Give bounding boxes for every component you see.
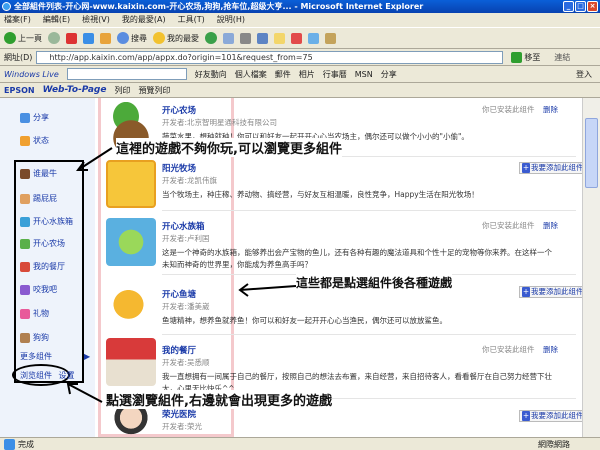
messenger-icon[interactable] <box>308 32 319 44</box>
close-icon[interactable]: × <box>587 1 598 12</box>
windows-live-brand[interactable]: Windows Live <box>4 70 59 79</box>
live-item-profile[interactable]: 個人檔案 <box>235 69 267 80</box>
vertical-scrollbar[interactable] <box>582 98 600 437</box>
epson-toolbar: EPSON Web-To-Page 列印 預覽列印 <box>0 83 600 98</box>
security-zone: 網際網路 <box>538 440 570 449</box>
web-to-page[interactable]: Web-To-Page <box>43 85 107 95</box>
menu-view[interactable]: 檢視(V) <box>82 13 110 27</box>
address-label: 網址(D) <box>4 52 33 62</box>
live-item-calendar[interactable]: 行事曆 <box>323 69 347 80</box>
live-item-share[interactable]: 分享 <box>381 69 397 80</box>
epson-brand: EPSON <box>4 85 35 95</box>
menu-file[interactable]: 檔案(F) <box>4 13 31 27</box>
menu-favorites[interactable]: 我的最愛(A) <box>122 13 166 27</box>
back-button[interactable]: 上一頁 <box>4 32 42 44</box>
status-bar: 完成 網際網路 <box>0 437 600 450</box>
search-icon <box>117 32 129 44</box>
ie-icon <box>2 2 11 11</box>
live-signin[interactable]: 登入 <box>576 69 592 80</box>
toolbar: 上一頁 搜尋 我的最愛 <box>0 27 600 49</box>
menu-edit[interactable]: 編輯(E) <box>43 13 70 27</box>
address-bar: 網址(D) http://app.kaixin.com/app/appx.do?… <box>0 49 600 66</box>
annotation-top: 這裡的遊戲不夠你玩,可以瀏覽更多組件 <box>116 138 342 157</box>
stop-icon[interactable] <box>66 32 77 44</box>
menu-bar: 檔案(F) 編輯(E) 檢視(V) 我的最愛(A) 工具(T) 說明(H) <box>0 13 600 27</box>
live-item-mail[interactable]: 郵件 <box>275 69 291 80</box>
menu-help[interactable]: 說明(H) <box>217 13 245 27</box>
page-content: 分享 状态 谁最牛 踢屁屁 开心水族箱 开心农场 我的餐厅 咬我吧 礼物 狗狗 … <box>0 98 582 437</box>
address-input[interactable]: http://app.kaixin.com/app/appx.do?origin… <box>36 50 504 64</box>
notes-icon[interactable] <box>274 32 285 44</box>
folder-icon[interactable] <box>325 32 336 44</box>
window-title-bar: 全部組件列表-开心网-www.kaixin.com-开心农场,狗狗,抢车位,超级… <box>0 0 600 13</box>
go-button[interactable]: 移至 <box>511 51 540 63</box>
windows-live-toolbar: Windows Live 好友動向 個人檔案 郵件 相片 行事曆 MSN 分享 … <box>0 66 600 83</box>
tool-icon[interactable] <box>291 32 302 44</box>
print-preview-button[interactable]: 預覽列印 <box>138 85 170 96</box>
annotation-bottom: 點選瀏覽組件,右邊就會出現更多的遊戲 <box>106 390 332 409</box>
star-icon <box>153 32 165 44</box>
home-icon[interactable] <box>100 32 111 44</box>
history-icon[interactable] <box>205 32 217 44</box>
search-button[interactable]: 搜尋 <box>117 32 147 44</box>
printer-icon[interactable] <box>240 32 251 44</box>
edit-icon[interactable] <box>257 32 268 44</box>
annotation-middle: 這些都是點選組件後各種遊戲 <box>296 274 453 291</box>
arrow-line-middle <box>239 285 297 291</box>
live-item-friends[interactable]: 好友動向 <box>195 69 227 80</box>
arrow-line-bottom <box>67 383 103 403</box>
live-item-msn[interactable]: MSN <box>355 70 373 79</box>
live-item-photos[interactable]: 相片 <box>299 69 315 80</box>
minimize-icon[interactable]: _ <box>563 1 574 12</box>
live-search-input[interactable] <box>66 68 187 80</box>
links-label[interactable]: 連結 <box>554 52 570 63</box>
maximize-icon[interactable]: □ <box>575 1 586 12</box>
scrollbar-thumb[interactable] <box>585 118 598 188</box>
forward-arrow-icon[interactable] <box>48 32 60 44</box>
print-button[interactable]: 列印 <box>114 85 130 96</box>
go-arrow-icon <box>511 51 523 63</box>
refresh-icon[interactable] <box>83 32 94 44</box>
window-title: 全部組件列表-开心网-www.kaixin.com-开心农场,狗狗,抢车位,超级… <box>14 2 424 11</box>
menu-tools[interactable]: 工具(T) <box>178 13 205 27</box>
status-text: 完成 <box>18 439 34 449</box>
favorites-button[interactable]: 我的最愛 <box>153 32 199 44</box>
back-arrow-icon <box>4 32 16 44</box>
arrow-line-top <box>77 147 113 171</box>
mail-icon[interactable] <box>223 32 234 44</box>
page-icon <box>4 438 15 450</box>
